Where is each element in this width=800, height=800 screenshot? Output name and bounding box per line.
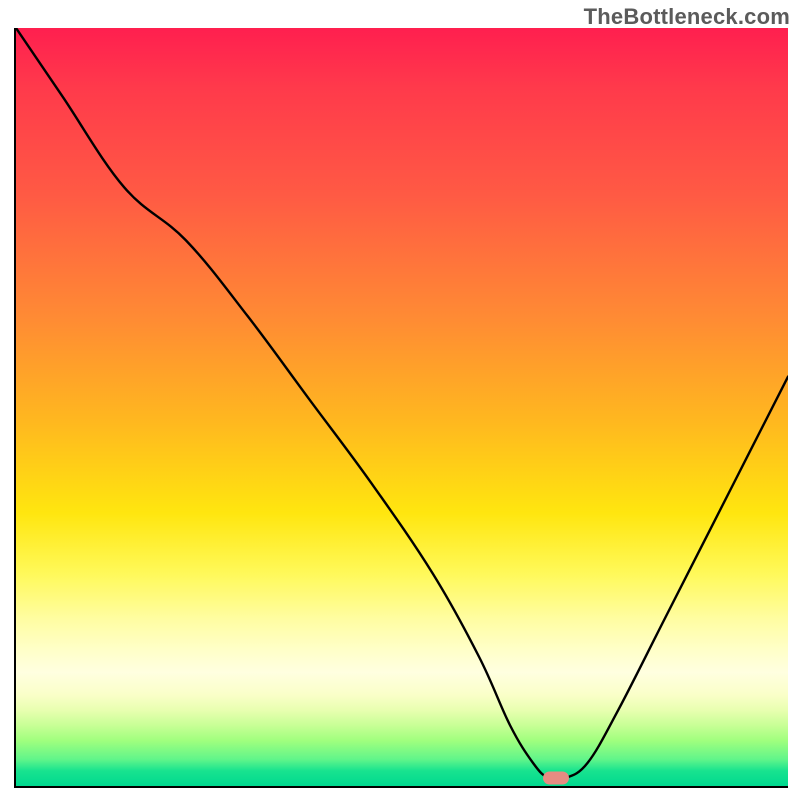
plot-area [14, 28, 788, 788]
bottleneck-curve [16, 28, 788, 780]
curve-layer [16, 28, 788, 786]
chart-root: TheBottleneck.com [0, 0, 800, 800]
watermark-text: TheBottleneck.com [584, 4, 790, 30]
minimum-marker [543, 772, 569, 785]
